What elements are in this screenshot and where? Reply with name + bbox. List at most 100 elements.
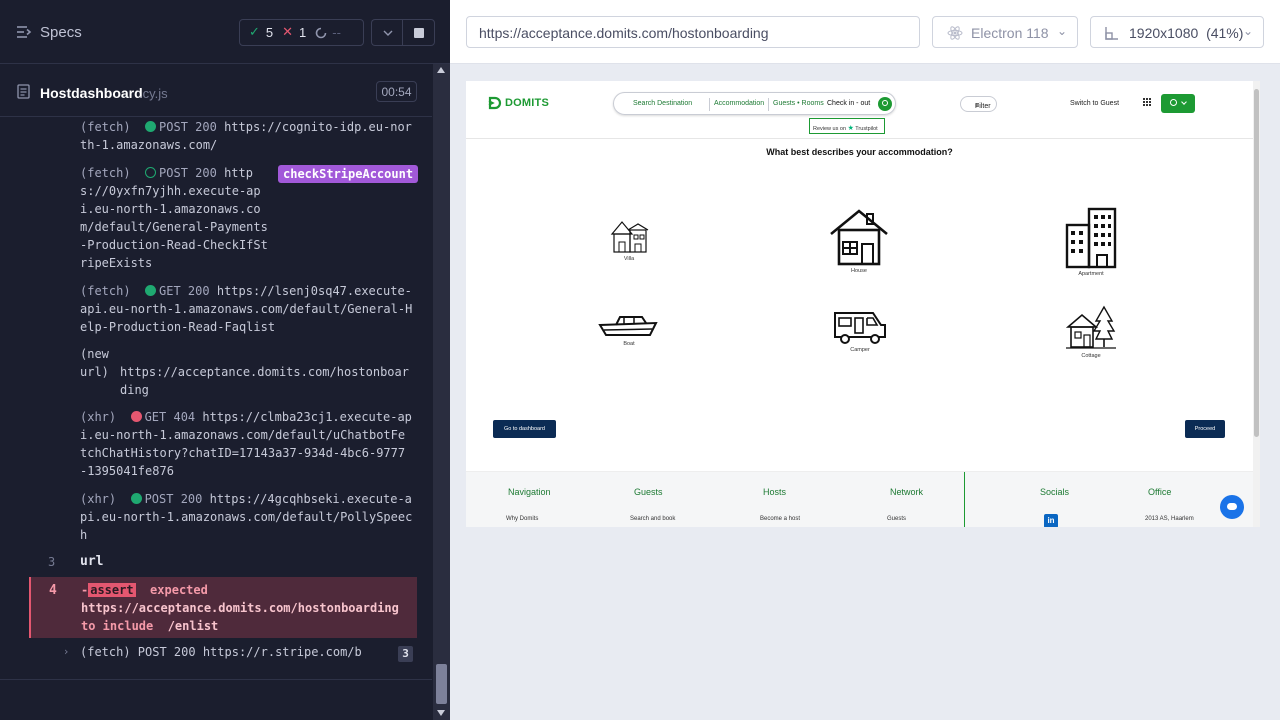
footer-divider (964, 472, 965, 527)
accommodation-house[interactable]: House (828, 208, 890, 274)
domits-logo-text: DOMITS (505, 97, 549, 109)
status-dot (145, 121, 157, 132)
assert-target: /enlist (167, 619, 219, 633)
scroll-up-icon[interactable] (437, 67, 445, 73)
camper-icon (834, 312, 886, 344)
log-method: POST 200 (144, 492, 203, 506)
proceed-button[interactable]: Proceed (1185, 420, 1225, 438)
log-method: POST 200 (159, 120, 217, 134)
electron-icon (947, 26, 963, 40)
domits-logo[interactable]: DOMITS (488, 96, 549, 110)
search-destination[interactable]: Search Destination (633, 100, 692, 107)
aut-toolbar: https://acceptance.domits.com/hostonboar… (450, 0, 1280, 64)
log-entry-xhr[interactable]: (xhr) GET 404 https://clmba23cj1.execute… (80, 408, 412, 480)
filter-button[interactable]: ≡ Filter (960, 96, 997, 112)
log-method: GET 200 (159, 284, 210, 298)
failed-assertion[interactable]: 4 - assert expected https://acceptance.do… (29, 577, 417, 638)
alias-badge: checkStripeAccount (278, 165, 419, 183)
filter-label: Filter (975, 103, 991, 110)
footer-link[interactable]: Search and book (630, 516, 675, 522)
boat-label: Boat (623, 341, 635, 347)
log-entry-fetch[interactable]: (fetch) GET 200 https://lsenj0sq47.execu… (80, 282, 415, 336)
trustpilot-prefix: Review us on (813, 126, 847, 132)
accommodation-boat[interactable]: Boat (596, 311, 662, 347)
star-icon: ★ (847, 124, 854, 132)
failed-count: 1 (299, 25, 307, 40)
toggle-auto-scroll-button[interactable] (371, 19, 404, 46)
scroll-down-icon[interactable] (437, 710, 445, 716)
villa-label: Villa (623, 256, 635, 262)
chevron-right-icon[interactable]: › (64, 645, 68, 658)
viewport-selector[interactable]: 1920x1080 (41%) ⌄ (1090, 16, 1264, 48)
log-method: POST 200 (159, 166, 217, 180)
log-entry-stripe[interactable]: › (fetch) POST 200 https://r.stripe.com/… (0, 644, 432, 662)
specs-title[interactable]: Specs (40, 24, 82, 41)
pending-stat: -- (315, 25, 341, 40)
accommodation-camper[interactable]: Camper (830, 309, 890, 353)
specs-list-icon[interactable] (16, 25, 32, 39)
search-divider (768, 98, 769, 111)
aut-url-field[interactable]: https://acceptance.domits.com/hostonboar… (466, 16, 920, 48)
failed-stat: ✕ 1 (282, 25, 306, 40)
reporter-scrollbar[interactable] (433, 64, 450, 720)
grid-menu-icon[interactable] (1143, 98, 1151, 106)
specs-header: Specs ✓ 5 ✕ 1 -- (0, 0, 450, 64)
search-icon[interactable] (878, 97, 892, 111)
cypress-app: Specs ✓ 5 ✕ 1 -- Hostdashboard .cy.js 00… (0, 0, 1280, 720)
log-stripe-text: (fetch) POST 200 https://r.stripe.com/b (80, 645, 362, 659)
search-guests[interactable]: Guests • Rooms (773, 100, 824, 107)
spec-file-name[interactable]: Hostdashboard (40, 85, 143, 101)
log-entry-fetch[interactable]: (fetch) POST 200 https://0yxfn7yjhh.exec… (80, 164, 275, 272)
assert-step-number: 4 (49, 583, 57, 598)
switch-to-guest-link[interactable]: Switch to Guest (1070, 100, 1119, 107)
trustpilot-text: Review us on ★ Trustpilot (813, 124, 878, 132)
accommodation-villa[interactable]: Villa (604, 218, 654, 262)
accommodation-apartment[interactable]: Apartment (1061, 207, 1121, 277)
footer-link[interactable]: Become a host (760, 516, 800, 522)
log-entry-xhr[interactable]: (xhr) POST 200 https://4gcqhbseki.execut… (80, 490, 415, 544)
status-dot (130, 411, 142, 422)
search-checkin[interactable]: Check in - out (827, 100, 870, 107)
apartment-icon (1065, 207, 1117, 269)
assert-message: - assert expected https://acceptance.domi… (81, 581, 411, 635)
house-icon (830, 209, 888, 266)
spec-file-header: Hostdashboard .cy.js 00:54 (0, 65, 432, 117)
run-duration: 00:54 (376, 81, 417, 102)
search-bar[interactable]: Search Destination Accommodation Guests … (613, 92, 896, 115)
log-url: https://clmba23cj1.execute-api.eu-north-… (80, 410, 412, 478)
page-scroll-thumb[interactable] (1254, 89, 1259, 437)
accommodation-cottage[interactable]: Cottage (1064, 305, 1118, 359)
assert-expected-label: expected (150, 583, 208, 597)
footer-link[interactable]: Why Domits (506, 516, 538, 522)
log-url: https://4gcqhbseki.execute-api.eu-north-… (80, 492, 413, 542)
trustpilot-badge[interactable]: Review us on ★ Trustpilot (809, 118, 885, 134)
step-label[interactable]: url (80, 554, 103, 569)
chat-icon[interactable] (1220, 495, 1244, 519)
viewport-size: 1920x1080 (41%) (1129, 25, 1244, 41)
user-menu-button[interactable] (1161, 94, 1195, 113)
footer-address: 2013 AS, Haarlem (1145, 516, 1194, 522)
footer-title-office: Office (1148, 487, 1172, 497)
pending-count: -- (332, 25, 341, 40)
reporter-footer-divider (0, 679, 432, 680)
reporter-panel: Specs ✓ 5 ✕ 1 -- Hostdashboard .cy.js 00… (0, 0, 450, 720)
go-to-dashboard-button[interactable]: Go to dashboard (493, 420, 556, 438)
log-new-url[interactable]: https://acceptance.domits.com/hostonboar… (120, 363, 412, 399)
linkedin-icon[interactable]: in (1044, 514, 1058, 527)
log-entry-fetch[interactable]: (fetch) POST 200 https://cognito-idp.eu-… (80, 118, 415, 154)
log-kind: (xhr) (80, 410, 117, 424)
domits-logo-icon (488, 96, 502, 110)
chevron-down-icon (383, 30, 393, 36)
stop-button[interactable] (402, 19, 435, 46)
footer-link[interactable]: Guests (887, 516, 906, 522)
search-accommodation[interactable]: Accommodation (714, 100, 764, 107)
log-url: https://0yxfn7yjhh.execute-api.eu-north-… (80, 166, 268, 270)
page-scrollbar[interactable] (1253, 81, 1260, 527)
spec-file-ext: .cy.js (139, 86, 168, 101)
stop-icon (413, 27, 424, 38)
file-icon (17, 84, 30, 99)
log-kind: (fetch) (80, 166, 131, 180)
scroll-thumb[interactable] (436, 664, 447, 704)
aut-iframe: DOMITS Search Destination Accommodation … (466, 81, 1260, 527)
browser-selector[interactable]: Electron 118 ⌄ (932, 16, 1078, 48)
